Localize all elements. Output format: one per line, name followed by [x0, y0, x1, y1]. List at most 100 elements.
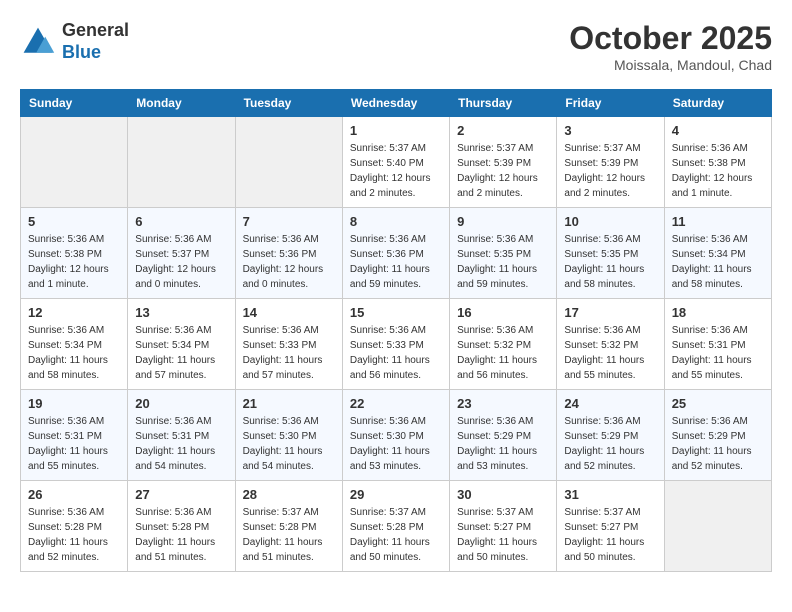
- calendar-day-cell: 11Sunrise: 5:36 AMSunset: 5:34 PMDayligh…: [664, 208, 771, 299]
- day-number: 25: [672, 396, 764, 411]
- col-monday: Monday: [128, 90, 235, 117]
- day-number: 18: [672, 305, 764, 320]
- calendar-day-cell: 6 Sunrise: 5:36 AMSunset: 5:37 PMDaylight…: [128, 208, 235, 299]
- day-info: Sunrise: 5:37 AMSunset: 5:40 PMDaylight:…: [350, 141, 442, 201]
- day-number: 22: [350, 396, 442, 411]
- week-row-2: 5Sunrise: 5:36 AMSunset: 5:38 PMDaylight…: [21, 208, 772, 299]
- day-number: 11: [672, 214, 764, 229]
- day-info: Sunrise: 5:37 AMSunset: 5:27 PMDaylight:…: [564, 505, 656, 565]
- calendar-day-cell: 3Sunrise: 5:37 AMSunset: 5:39 PMDaylight…: [557, 117, 664, 208]
- calendar-day-cell: 27 Sunrise: 5:36 AMSunset: 5:28 PMDayligh…: [128, 481, 235, 572]
- day-number: 24: [564, 396, 656, 411]
- logo: General Blue: [20, 20, 129, 63]
- day-info: Sunrise: 5:36 AMSunset: 5:38 PMDaylight:…: [672, 141, 764, 201]
- col-sunday: Sunday: [21, 90, 128, 117]
- calendar-day-cell: 13Sunrise: 5:36 AMSunset: 5:34 PMDayligh…: [128, 299, 235, 390]
- day-info: Sunrise: 5:36 AMSunset: 5:36 PMDaylight:…: [243, 232, 335, 292]
- day-number: 9: [457, 214, 549, 229]
- day-number: 2: [457, 123, 549, 138]
- day-info: Sunrise: 5:36 AMSunset: 5:28 PMDaylight:…: [135, 505, 227, 565]
- col-wednesday: Wednesday: [342, 90, 449, 117]
- day-number: 17: [564, 305, 656, 320]
- col-tuesday: Tuesday: [235, 90, 342, 117]
- calendar-day-cell: 23Sunrise: 5:36 AMSunset: 5:29 PMDayligh…: [450, 390, 557, 481]
- day-number: 28: [243, 487, 335, 502]
- day-number: 1: [350, 123, 442, 138]
- calendar-day-cell: 12 Sunrise: 5:36 AMSunset: 5:34 PMDayligh…: [21, 299, 128, 390]
- day-number: 13: [135, 305, 227, 320]
- day-info: Sunrise: 5:36 AMSunset: 5:34 PMDaylight:…: [28, 323, 120, 383]
- day-info: Sunrise: 5:36 AMSunset: 5:33 PMDaylight:…: [350, 323, 442, 383]
- logo-text: General Blue: [62, 20, 129, 63]
- title-area: October 2025 Moissala, Mandoul, Chad: [569, 20, 772, 73]
- calendar-day-cell: [21, 117, 128, 208]
- calendar-day-cell: 29 Sunrise: 5:37 AMSunset: 5:28 PMDayligh…: [342, 481, 449, 572]
- col-thursday: Thursday: [450, 90, 557, 117]
- day-number: 6: [135, 214, 227, 229]
- calendar-day-cell: 18 Sunrise: 5:36 AMSunset: 5:31 PMDayligh…: [664, 299, 771, 390]
- calendar-day-cell: 21Sunrise: 5:36 AMSunset: 5:30 PMDayligh…: [235, 390, 342, 481]
- day-info: Sunrise: 5:36 AMSunset: 5:28 PMDaylight:…: [28, 505, 120, 565]
- day-number: 7: [243, 214, 335, 229]
- calendar-day-cell: 19 Sunrise: 5:36 AMSunset: 5:31 PMDayligh…: [21, 390, 128, 481]
- day-info: Sunrise: 5:36 AMSunset: 5:32 PMDaylight:…: [564, 323, 656, 383]
- calendar-day-cell: 20Sunrise: 5:36 AMSunset: 5:31 PMDayligh…: [128, 390, 235, 481]
- day-number: 21: [243, 396, 335, 411]
- calendar-day-cell: 15 Sunrise: 5:36 AMSunset: 5:33 PMDayligh…: [342, 299, 449, 390]
- day-info: Sunrise: 5:37 AMSunset: 5:39 PMDaylight:…: [564, 141, 656, 201]
- calendar-day-cell: 24 Sunrise: 5:36 AMSunset: 5:29 PMDayligh…: [557, 390, 664, 481]
- day-number: 26: [28, 487, 120, 502]
- day-number: 19: [28, 396, 120, 411]
- calendar-day-cell: 30Sunrise: 5:37 AMSunset: 5:27 PMDayligh…: [450, 481, 557, 572]
- calendar-day-cell: 17 Sunrise: 5:36 AMSunset: 5:32 PMDayligh…: [557, 299, 664, 390]
- day-info: Sunrise: 5:36 AMSunset: 5:37 PMDaylight:…: [135, 232, 227, 292]
- day-info: Sunrise: 5:36 AMSunset: 5:32 PMDaylight:…: [457, 323, 549, 383]
- day-info: Sunrise: 5:36 AMSunset: 5:29 PMDaylight:…: [457, 414, 549, 474]
- day-number: 27: [135, 487, 227, 502]
- day-number: 16: [457, 305, 549, 320]
- day-number: 31: [564, 487, 656, 502]
- calendar-table: Sunday Monday Tuesday Wednesday Thursday…: [20, 89, 772, 572]
- week-row-4: 19 Sunrise: 5:36 AMSunset: 5:31 PMDayligh…: [21, 390, 772, 481]
- day-number: 14: [243, 305, 335, 320]
- week-row-3: 12 Sunrise: 5:36 AMSunset: 5:34 PMDayligh…: [21, 299, 772, 390]
- col-saturday: Saturday: [664, 90, 771, 117]
- day-number: 5: [28, 214, 120, 229]
- logo-icon: [20, 24, 56, 60]
- day-info: Sunrise: 5:36 AMSunset: 5:36 PMDaylight:…: [350, 232, 442, 292]
- calendar-day-cell: [128, 117, 235, 208]
- calendar-day-cell: 25 Sunrise: 5:36 AMSunset: 5:29 PMDayligh…: [664, 390, 771, 481]
- day-info: Sunrise: 5:36 AMSunset: 5:31 PMDaylight:…: [28, 414, 120, 474]
- calendar-day-cell: 5Sunrise: 5:36 AMSunset: 5:38 PMDaylight…: [21, 208, 128, 299]
- weekday-header-row: Sunday Monday Tuesday Wednesday Thursday…: [21, 90, 772, 117]
- day-info: Sunrise: 5:36 AMSunset: 5:29 PMDaylight:…: [564, 414, 656, 474]
- day-info: Sunrise: 5:36 AMSunset: 5:35 PMDaylight:…: [564, 232, 656, 292]
- calendar-day-cell: [664, 481, 771, 572]
- week-row-1: 1 Sunrise: 5:37 AMSunset: 5:40 PMDaylight…: [21, 117, 772, 208]
- calendar-day-cell: 28 Sunrise: 5:37 AMSunset: 5:28 PMDayligh…: [235, 481, 342, 572]
- day-info: Sunrise: 5:36 AMSunset: 5:31 PMDaylight:…: [672, 323, 764, 383]
- calendar-day-cell: 8 Sunrise: 5:36 AMSunset: 5:36 PMDaylight…: [342, 208, 449, 299]
- location-subtitle: Moissala, Mandoul, Chad: [569, 57, 772, 73]
- page-header: General Blue October 2025 Moissala, Mand…: [20, 20, 772, 73]
- col-friday: Friday: [557, 90, 664, 117]
- day-number: 8: [350, 214, 442, 229]
- calendar-day-cell: 1 Sunrise: 5:37 AMSunset: 5:40 PMDaylight…: [342, 117, 449, 208]
- calendar-day-cell: 31 Sunrise: 5:37 AMSunset: 5:27 PMDayligh…: [557, 481, 664, 572]
- day-number: 15: [350, 305, 442, 320]
- day-info: Sunrise: 5:36 AMSunset: 5:29 PMDaylight:…: [672, 414, 764, 474]
- day-info: Sunrise: 5:37 AMSunset: 5:28 PMDaylight:…: [243, 505, 335, 565]
- calendar-day-cell: 2Sunrise: 5:37 AMSunset: 5:39 PMDaylight…: [450, 117, 557, 208]
- calendar-day-cell: 7 Sunrise: 5:36 AMSunset: 5:36 PMDaylight…: [235, 208, 342, 299]
- calendar-day-cell: 9 Sunrise: 5:36 AMSunset: 5:35 PMDaylight…: [450, 208, 557, 299]
- day-info: Sunrise: 5:36 AMSunset: 5:35 PMDaylight:…: [457, 232, 549, 292]
- week-row-5: 26 Sunrise: 5:36 AMSunset: 5:28 PMDayligh…: [21, 481, 772, 572]
- day-info: Sunrise: 5:36 AMSunset: 5:31 PMDaylight:…: [135, 414, 227, 474]
- calendar-day-cell: 14Sunrise: 5:36 AMSunset: 5:33 PMDayligh…: [235, 299, 342, 390]
- day-number: 12: [28, 305, 120, 320]
- day-number: 10: [564, 214, 656, 229]
- calendar-day-cell: 22Sunrise: 5:36 AMSunset: 5:30 PMDayligh…: [342, 390, 449, 481]
- day-number: 29: [350, 487, 442, 502]
- calendar-day-cell: 10 Sunrise: 5:36 AMSunset: 5:35 PMDayligh…: [557, 208, 664, 299]
- day-info: Sunrise: 5:37 AMSunset: 5:28 PMDaylight:…: [350, 505, 442, 565]
